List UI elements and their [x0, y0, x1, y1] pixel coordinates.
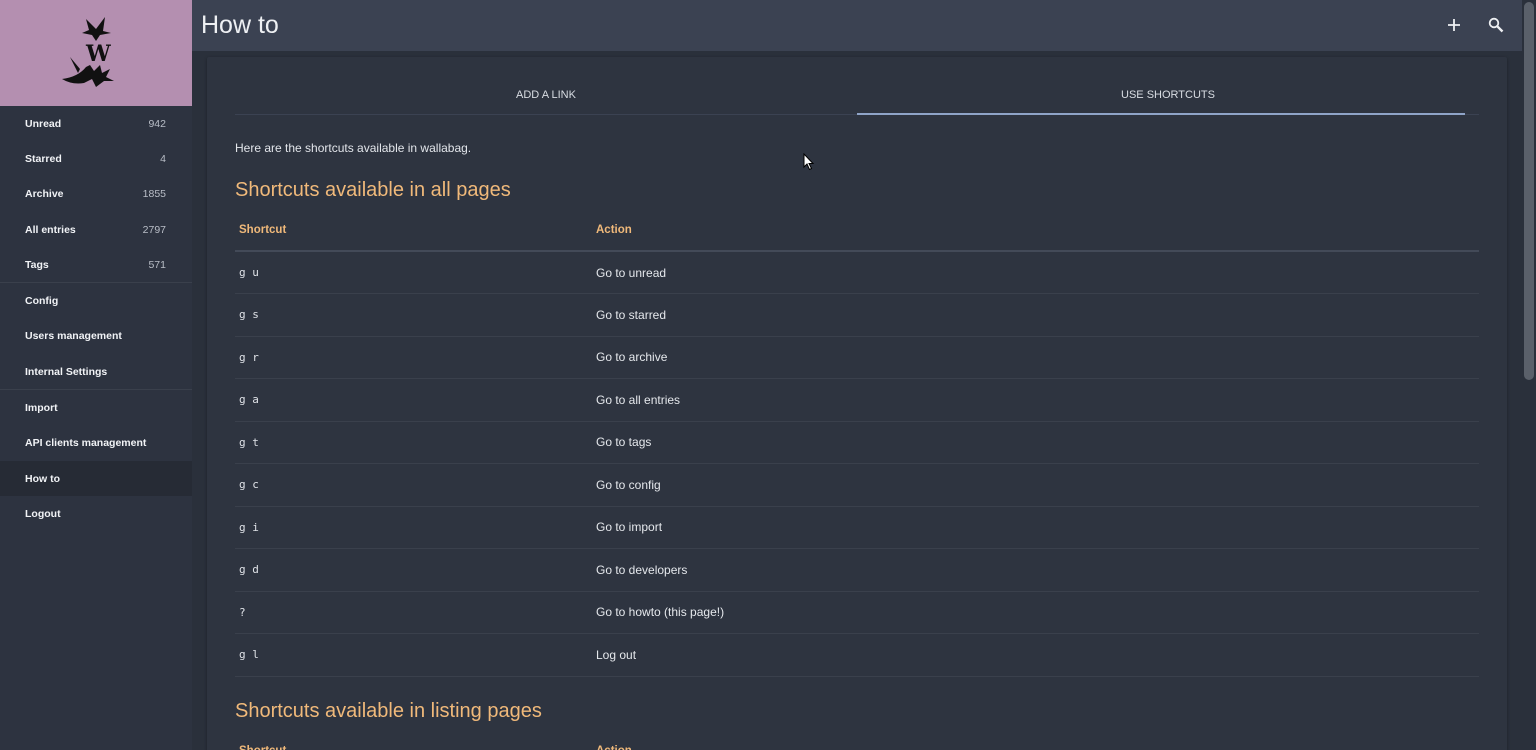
table-row: g d Go to developers	[235, 548, 1479, 592]
sidebar-item-label: How to	[25, 472, 60, 485]
table-row: ? Go to howto (this page!)	[235, 591, 1479, 634]
sidebar-item-label: Users management	[25, 330, 122, 343]
sidebar-nav: Unread 942 Starred 4 Archive 1855 All entri…	[0, 106, 192, 532]
tags-count: 571	[148, 258, 166, 271]
table-row: g t Go to tags	[235, 421, 1479, 464]
svg-text:W: W	[85, 41, 111, 67]
shortcut-action: Go to all entries	[592, 378, 1479, 422]
shortcut-key: g u	[235, 251, 592, 294]
sidebar-item-label: Archive	[25, 188, 64, 201]
table-row: g c Go to config	[235, 463, 1479, 507]
shortcut-key: g s	[235, 293, 592, 337]
sidebar-item-tags[interactable]: Tags 571	[0, 247, 192, 282]
table-row: g u Go to unread	[235, 251, 1479, 294]
shortcut-key: ?	[235, 591, 592, 634]
table-row: g i Go to import	[235, 506, 1479, 549]
shortcut-action: Go to unread	[592, 251, 1479, 294]
table-header-row: Shortcut Action	[235, 730, 1479, 750]
section-title-all-pages: Shortcuts available in all pages	[235, 179, 511, 201]
table-row: g a Go to all entries	[235, 378, 1479, 422]
sidebar: W Unread 942 Starred 4 Archive 1855 All ent…	[0, 0, 192, 750]
sidebar-item-label: Tags	[25, 258, 49, 271]
sidebar-item-api-clients[interactable]: API clients management	[0, 426, 192, 461]
sidebar-item-label: Starred	[25, 152, 62, 165]
sidebar-item-label: Logout	[25, 507, 61, 520]
top-bar: How to	[192, 0, 1522, 51]
sidebar-item-label: Import	[25, 402, 58, 415]
search-icon[interactable]	[1486, 14, 1506, 36]
sidebar-item-starred[interactable]: Starred 4	[0, 141, 192, 176]
sidebar-item-how-to[interactable]: How to	[0, 460, 192, 497]
logo[interactable]: W	[0, 0, 192, 106]
scrollbar-thumb[interactable]	[1524, 2, 1534, 380]
page-scrollbar[interactable]	[1522, 0, 1536, 750]
shortcut-key: g d	[235, 548, 592, 592]
column-header-action: Action	[592, 209, 1479, 252]
shortcut-key: g r	[235, 336, 592, 379]
shortcut-key: g l	[235, 633, 592, 677]
tab-use-shortcuts[interactable]: USE SHORTCUTS	[857, 80, 1479, 115]
column-header-shortcut: Shortcut	[235, 209, 592, 252]
shortcut-key: g a	[235, 378, 592, 422]
sidebar-item-internal-settings[interactable]: Internal Settings	[0, 354, 192, 389]
column-header-action: Action	[592, 730, 1479, 750]
shortcut-action: Go to archive	[592, 336, 1479, 379]
tab-add-a-link[interactable]: ADD A LINK	[235, 80, 857, 114]
table-header-row: Shortcut Action	[235, 209, 1479, 252]
listing-shortcuts-table: Shortcut Action	[235, 730, 1479, 750]
shortcut-action: Go to tags	[592, 421, 1479, 464]
sidebar-item-import[interactable]: Import	[0, 390, 192, 425]
archive-count: 1855	[142, 188, 166, 201]
shortcut-action: Go to starred	[592, 293, 1479, 337]
sidebar-item-label: All entries	[25, 223, 76, 236]
shortcut-key: g c	[235, 463, 592, 507]
shortcuts-table: Shortcut Action g u Go to unread g s Go to…	[235, 209, 1479, 677]
plus-icon[interactable]	[1444, 14, 1464, 36]
shortcut-action: Log out	[592, 633, 1479, 677]
sidebar-item-users-management[interactable]: Users management	[0, 319, 192, 354]
table-row: g r Go to archive	[235, 336, 1479, 379]
shortcut-action: Go to import	[592, 506, 1479, 549]
section-title-listing-pages: Shortcuts available in listing pages	[235, 700, 542, 722]
sidebar-item-all-entries[interactable]: All entries 2797	[0, 212, 192, 247]
mouse-cursor-icon	[803, 153, 815, 171]
table-row: g s Go to starred	[235, 293, 1479, 337]
shortcut-action: Go to config	[592, 463, 1479, 507]
sidebar-item-config[interactable]: Config	[0, 283, 192, 318]
sidebar-item-label: API clients management	[25, 437, 147, 450]
column-header-shortcut: Shortcut	[235, 730, 592, 750]
sidebar-item-logout[interactable]: Logout	[0, 496, 192, 531]
sidebar-item-archive[interactable]: Archive 1855	[0, 177, 192, 212]
top-actions	[1444, 14, 1506, 36]
sidebar-item-unread[interactable]: Unread 942	[0, 106, 192, 141]
wallabag-logo-icon: W	[62, 17, 114, 87]
sidebar-item-label: Config	[25, 295, 59, 308]
starred-count: 4	[160, 152, 166, 165]
shortcut-key: g t	[235, 421, 592, 464]
tab-bar: ADD A LINK USE SHORTCUTS	[235, 80, 1479, 115]
shortcut-action: Go to developers	[592, 548, 1479, 592]
shortcut-key: g i	[235, 506, 592, 549]
intro-text: Here are the shortcuts available in wall…	[235, 141, 472, 155]
page-title: How to	[201, 11, 279, 39]
all-entries-count: 2797	[142, 223, 166, 236]
sidebar-item-label: Unread	[25, 117, 62, 130]
content-card: ADD A LINK USE SHORTCUTS Here are the sh…	[207, 57, 1507, 750]
sidebar-item-label: Internal Settings	[25, 365, 108, 378]
shortcut-action: Go to howto (this page!)	[592, 591, 1479, 634]
table-row: g l Log out	[235, 633, 1479, 677]
unread-count: 942	[148, 117, 166, 130]
